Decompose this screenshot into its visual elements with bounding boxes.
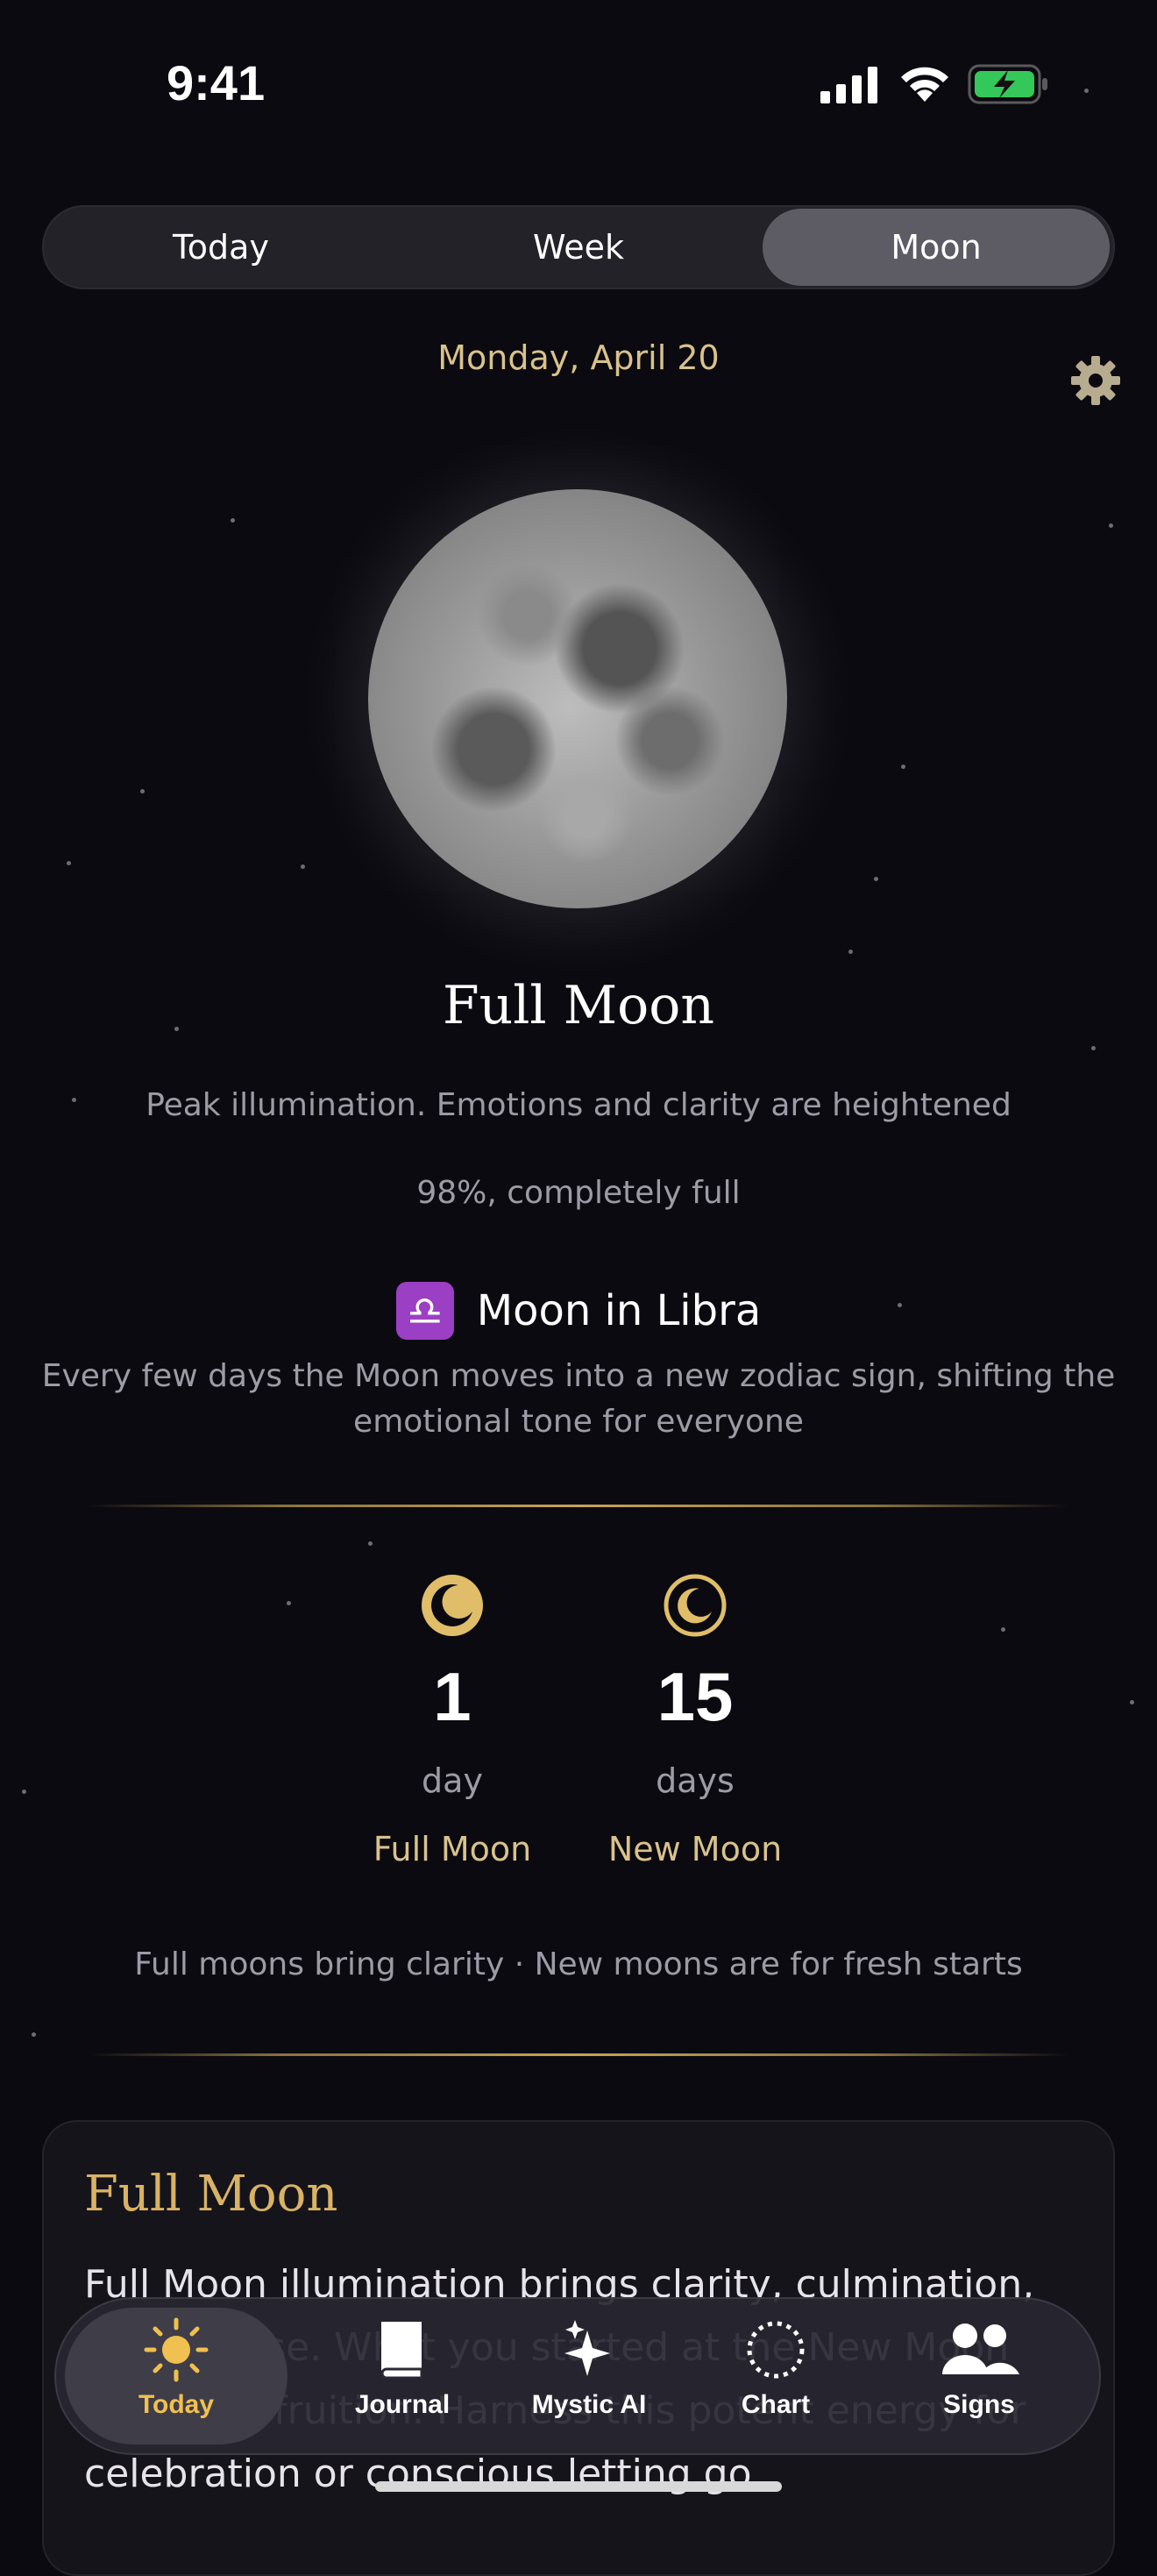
gear-icon bbox=[1071, 356, 1120, 405]
chart-circle-icon bbox=[747, 2321, 805, 2379]
tab-label: Signs bbox=[943, 2390, 1015, 2419]
signal-icon bbox=[820, 65, 880, 107]
moon-sign-row: ♎ Moon in Libra bbox=[0, 1280, 1157, 1341]
moon-sign-description: Every few days the Moon moves into a new… bbox=[41, 1358, 1116, 1440]
home-indicator bbox=[375, 2481, 782, 2492]
segment-week[interactable]: Week bbox=[400, 205, 757, 289]
settings-button[interactable] bbox=[1069, 354, 1122, 407]
status-time: 9:41 bbox=[167, 55, 266, 110]
countdown-full-moon: 1 day Full Moon bbox=[321, 1573, 584, 1868]
people-icon bbox=[942, 2323, 1019, 2374]
moon-tips: Full moons bring clarity · New moons are… bbox=[134, 1946, 1023, 1982]
battery-icon bbox=[968, 63, 1050, 109]
countdown-label: New Moon bbox=[607, 1830, 783, 1868]
wifi-icon bbox=[898, 63, 952, 107]
segment-label: Today bbox=[173, 228, 269, 267]
tab-signs[interactable]: Signs bbox=[878, 2297, 1080, 2455]
book-icon bbox=[380, 2322, 423, 2380]
view-segmented-control: Today Week Moon bbox=[42, 205, 1115, 289]
countdown-number: 15 bbox=[657, 1658, 734, 1735]
tab-chart[interactable]: Chart bbox=[675, 2297, 877, 2455]
tab-label: Chart bbox=[741, 2390, 811, 2419]
tab-mystic-ai[interactable]: Mystic AI bbox=[479, 2297, 699, 2455]
tab-today[interactable]: Today bbox=[65, 2308, 287, 2444]
segment-label: Week bbox=[532, 228, 625, 267]
countdown-label: Full Moon bbox=[373, 1830, 532, 1868]
new-moon-icon bbox=[664, 1574, 727, 1637]
segment-moon[interactable]: Moon bbox=[763, 209, 1110, 286]
divider bbox=[88, 2053, 1069, 2056]
sun-icon bbox=[144, 2317, 209, 2382]
segment-label: Moon bbox=[891, 228, 982, 267]
full-moon-icon bbox=[422, 1575, 483, 1636]
moon-phase-description: Peak illumination. Emotions and clarity … bbox=[146, 1087, 1011, 1123]
countdown-unit: day bbox=[422, 1761, 483, 1800]
libra-icon: ♎ bbox=[395, 1282, 454, 1340]
countdown-new-moon: 15 days New Moon bbox=[564, 1573, 827, 1868]
divider bbox=[88, 1505, 1069, 1507]
card-title: Full Moon bbox=[84, 2166, 338, 2223]
tab-label: Mystic AI bbox=[531, 2390, 647, 2419]
tab-label: Today bbox=[138, 2390, 215, 2419]
countdown-number: 1 bbox=[433, 1658, 472, 1735]
current-date: Monday, April 20 bbox=[437, 338, 720, 377]
moon-phase-title: Full Moon bbox=[442, 975, 715, 1036]
segment-today[interactable]: Today bbox=[42, 205, 400, 289]
moon-sign-label: Moon in Libra bbox=[476, 1286, 762, 1335]
sparkles-icon bbox=[564, 2320, 610, 2376]
moon-image bbox=[368, 489, 787, 908]
bottom-tab-bar: Today Journal Mystic AI Chart Signs bbox=[54, 2297, 1101, 2455]
tab-journal[interactable]: Journal bbox=[302, 2297, 503, 2455]
countdown-unit: days bbox=[656, 1761, 735, 1800]
moon-illumination: 98%, completely full bbox=[416, 1175, 741, 1211]
tab-label: Journal bbox=[354, 2390, 451, 2419]
